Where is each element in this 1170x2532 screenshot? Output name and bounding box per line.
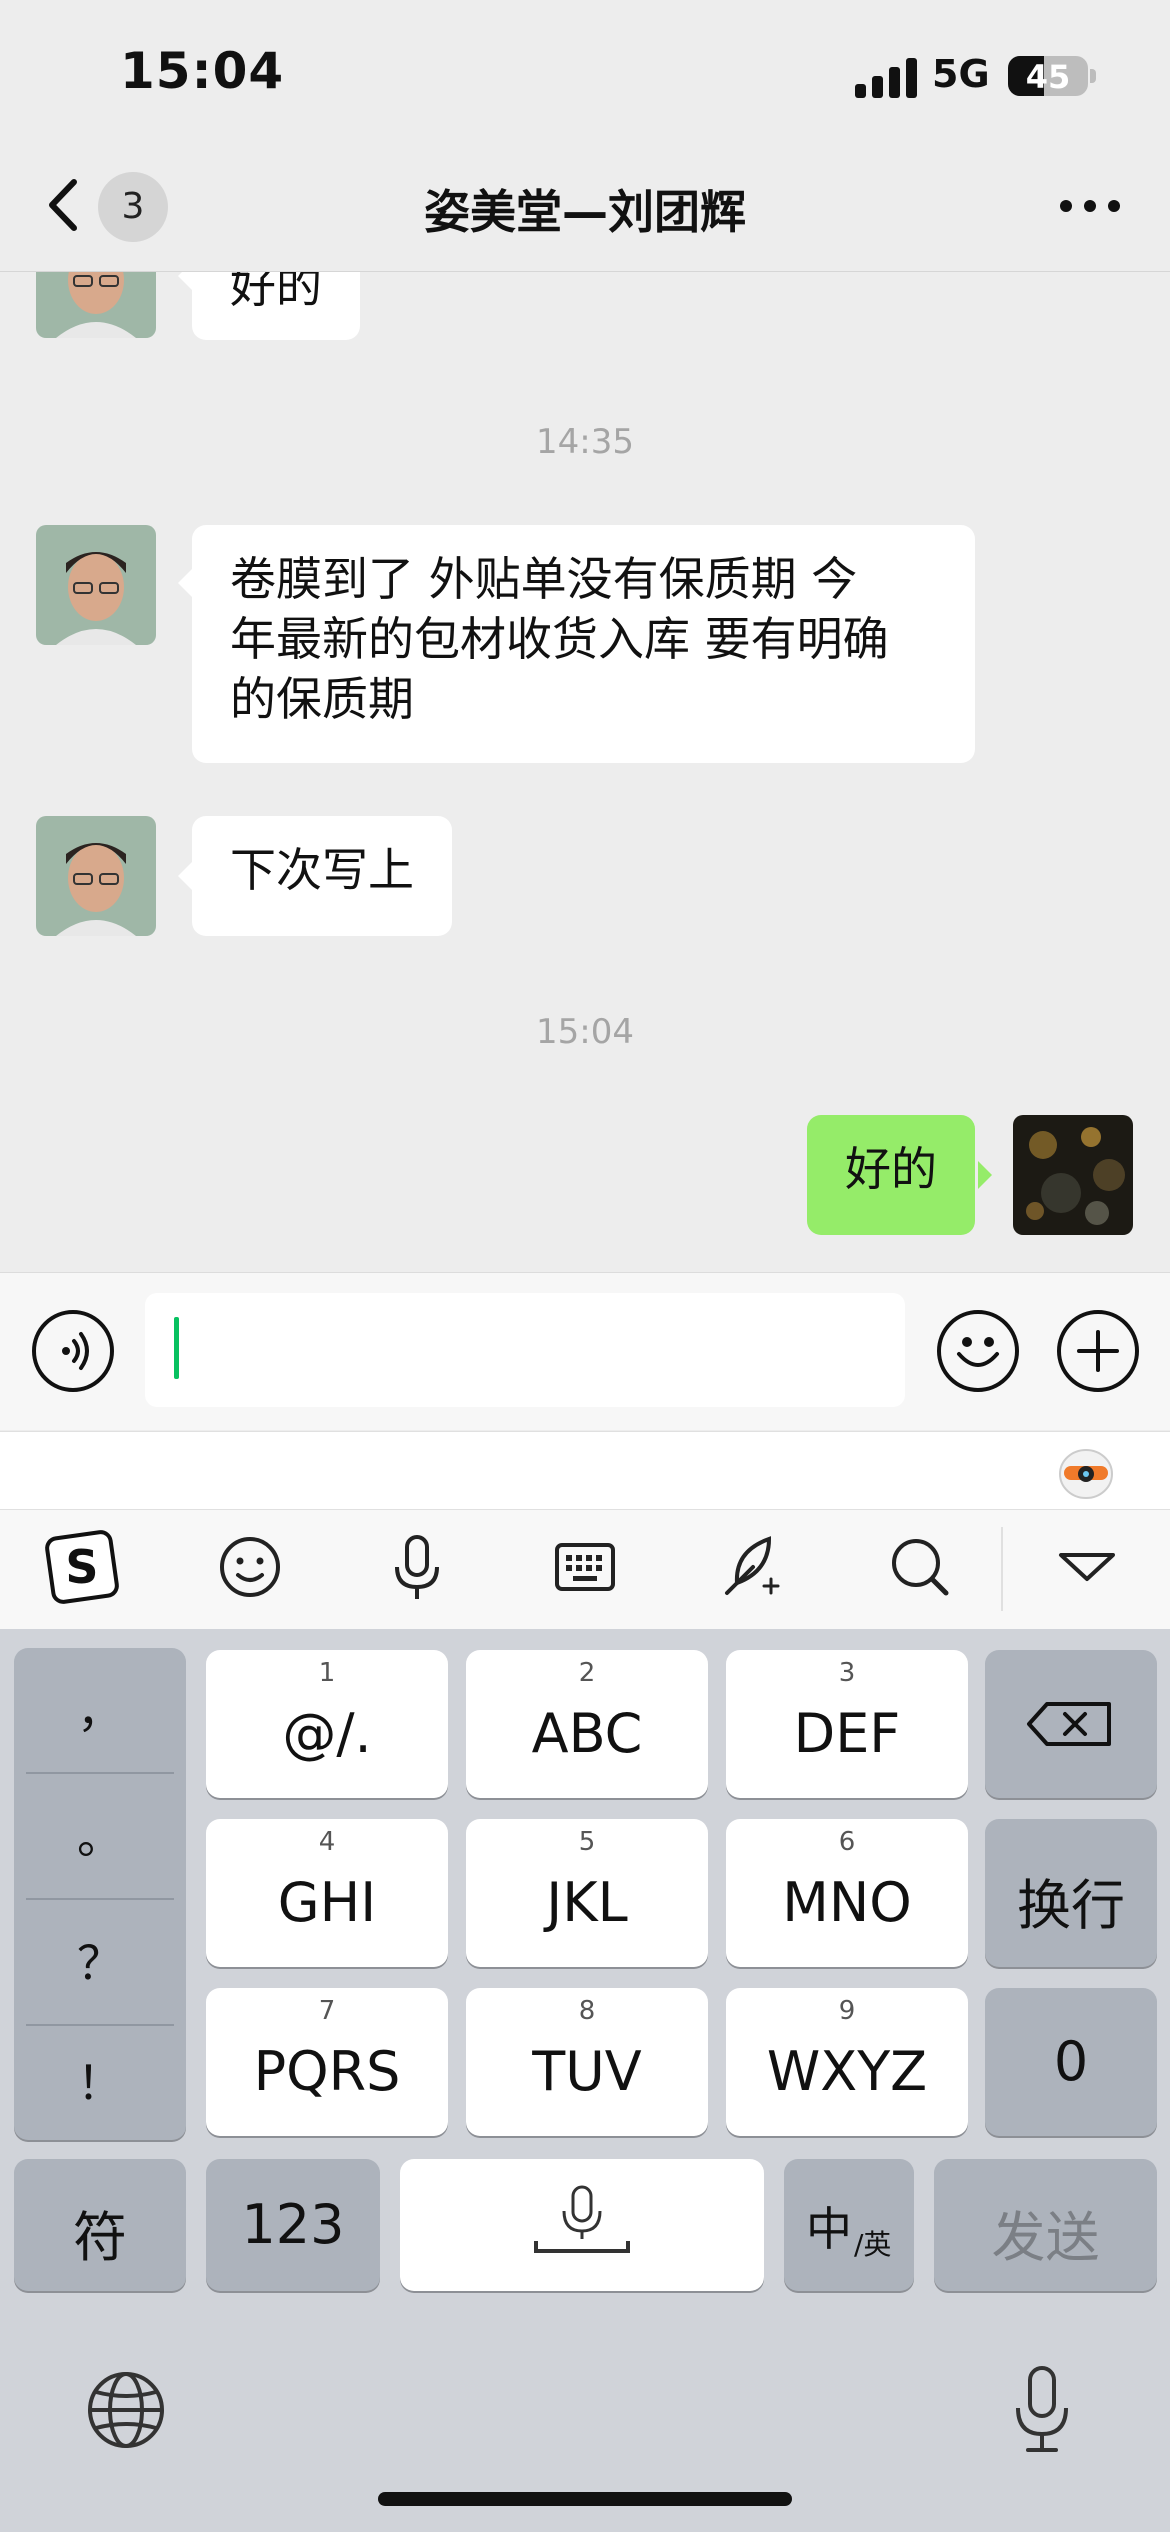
search-icon[interactable] bbox=[880, 1527, 960, 1607]
space-mic-icon bbox=[534, 2185, 630, 2253]
ime-candidate-bar bbox=[0, 1431, 1170, 1509]
key-label: DEF bbox=[793, 1702, 901, 1765]
key-label: 123 bbox=[241, 2193, 345, 2256]
key-number: 9 bbox=[838, 1996, 856, 2026]
key-label: GHI bbox=[277, 1871, 377, 1934]
message-line: 卷膜到了 外贴单没有保质期 今 bbox=[230, 552, 858, 606]
key-label: 发送 bbox=[991, 2206, 1100, 2269]
key-0[interactable]: 0 bbox=[985, 1988, 1157, 2136]
chat-title: 姿美堂—刘团辉 bbox=[424, 185, 746, 239]
key-number: 7 bbox=[318, 1996, 336, 2026]
send-key[interactable]: 发送 bbox=[934, 2159, 1157, 2291]
battery-tip bbox=[1090, 69, 1096, 83]
newline-key[interactable]: 换行 bbox=[985, 1819, 1157, 1967]
sogou-logo-icon[interactable]: S bbox=[42, 1527, 122, 1607]
globe-icon[interactable] bbox=[84, 2368, 168, 2452]
key-number: 5 bbox=[578, 1827, 596, 1857]
smiley-icon[interactable] bbox=[937, 1310, 1019, 1392]
my-avatar[interactable] bbox=[1013, 1115, 1133, 1235]
svg-text:S: S bbox=[65, 1540, 98, 1594]
contact-avatar[interactable] bbox=[36, 816, 156, 936]
language-switch-key[interactable]: 中 /英 bbox=[784, 2159, 914, 2291]
key-6[interactable]: 6 MNO bbox=[726, 1819, 968, 1967]
message-list[interactable]: 好的 14:35 卷膜到了 外贴单没有保质期 今 年最新的包材收货入库 要有明确… bbox=[0, 272, 1170, 1272]
key-number: 3 bbox=[838, 1658, 856, 1688]
key-label: ABC bbox=[531, 1702, 643, 1765]
message-bubble-incoming[interactable]: 好的 bbox=[192, 272, 360, 340]
contact-avatar[interactable] bbox=[36, 525, 156, 645]
key-label: TUV bbox=[532, 2040, 642, 2103]
punctuation-column[interactable]: ， 。 ？ ！ bbox=[14, 1648, 186, 2140]
text-caret bbox=[174, 1317, 179, 1379]
message-line: 的保质期 bbox=[230, 672, 414, 726]
key-sublabel: /英 bbox=[854, 2228, 892, 2261]
key-label: 符 bbox=[73, 2206, 127, 2269]
key-2[interactable]: 2 ABC bbox=[466, 1650, 708, 1798]
network-type: 5G bbox=[932, 52, 990, 96]
key-label: WXYZ bbox=[766, 2040, 928, 2103]
status-time: 15:04 bbox=[120, 42, 285, 100]
battery-level: 45 bbox=[1025, 58, 1071, 96]
key-number: 1 bbox=[318, 1658, 336, 1688]
dictation-mic-icon[interactable] bbox=[1000, 2362, 1084, 2458]
voice-wave-icon[interactable] bbox=[32, 1310, 114, 1392]
backspace-key[interactable] bbox=[985, 1650, 1157, 1798]
punct-key-period[interactable]: 。 bbox=[14, 1774, 186, 1900]
key-number: 6 bbox=[838, 1827, 856, 1857]
signal-strength-icon bbox=[855, 58, 917, 98]
key-5[interactable]: 5 JKL bbox=[466, 1819, 708, 1967]
battery-icon: 45 bbox=[1008, 56, 1088, 96]
delete-icon bbox=[1027, 1702, 1111, 1746]
message-bubble-incoming[interactable]: 下次写上 bbox=[192, 816, 452, 936]
plus-icon[interactable] bbox=[1057, 1310, 1139, 1392]
key-7[interactable]: 7 PQRS bbox=[206, 1988, 448, 2136]
key-3[interactable]: 3 DEF bbox=[726, 1650, 968, 1798]
ime-mascot-icon[interactable] bbox=[1056, 1440, 1116, 1500]
message-bubble-outgoing[interactable]: 好的 bbox=[807, 1115, 975, 1235]
key-number: 2 bbox=[578, 1658, 596, 1688]
toolbar-divider bbox=[1001, 1527, 1003, 1611]
keyboard-icon[interactable] bbox=[545, 1527, 625, 1607]
triangle-down-icon[interactable] bbox=[1047, 1527, 1127, 1607]
contact-avatar[interactable] bbox=[36, 272, 156, 338]
key-number: 8 bbox=[578, 1996, 596, 2026]
more-dots-icon[interactable] bbox=[1060, 200, 1120, 214]
key-1[interactable]: 1 @/. bbox=[206, 1650, 448, 1798]
key-number: 4 bbox=[318, 1827, 336, 1857]
timestamp-separator: 15:04 bbox=[536, 1012, 634, 1052]
message-line: 年最新的包材收货入库 要有明确 bbox=[230, 612, 889, 666]
key-label: 中 bbox=[806, 2202, 852, 2256]
timestamp-separator: 14:35 bbox=[536, 422, 634, 462]
symbol-key[interactable]: 符 bbox=[14, 2159, 186, 2291]
key-label: @/. bbox=[282, 1702, 372, 1765]
punct-key-comma[interactable]: ， bbox=[14, 1648, 186, 1774]
key-9[interactable]: 9 WXYZ bbox=[726, 1988, 968, 2136]
space-key[interactable] bbox=[400, 2159, 764, 2291]
smiley-icon[interactable] bbox=[210, 1527, 290, 1607]
key-4[interactable]: 4 GHI bbox=[206, 1819, 448, 1967]
punct-key-question[interactable]: ？ bbox=[14, 1900, 186, 2026]
numeric-key[interactable]: 123 bbox=[206, 2159, 380, 2291]
punct-key-exclaim[interactable]: ！ bbox=[14, 2020, 186, 2146]
home-indicator[interactable] bbox=[378, 2492, 792, 2506]
key-label: 换行 bbox=[1017, 1874, 1125, 1937]
quill-icon[interactable] bbox=[713, 1527, 793, 1607]
key-label: PQRS bbox=[253, 2040, 401, 2103]
microphone-icon[interactable] bbox=[377, 1527, 457, 1607]
key-label: 0 bbox=[1053, 2030, 1089, 2093]
key-label: JKL bbox=[546, 1871, 628, 1934]
message-input[interactable] bbox=[145, 1293, 905, 1407]
key-8[interactable]: 8 TUV bbox=[466, 1988, 708, 2136]
key-label: MNO bbox=[782, 1871, 912, 1934]
message-bubble-incoming[interactable]: 卷膜到了 外贴单没有保质期 今 年最新的包材收货入库 要有明确 的保质期 bbox=[192, 525, 975, 763]
